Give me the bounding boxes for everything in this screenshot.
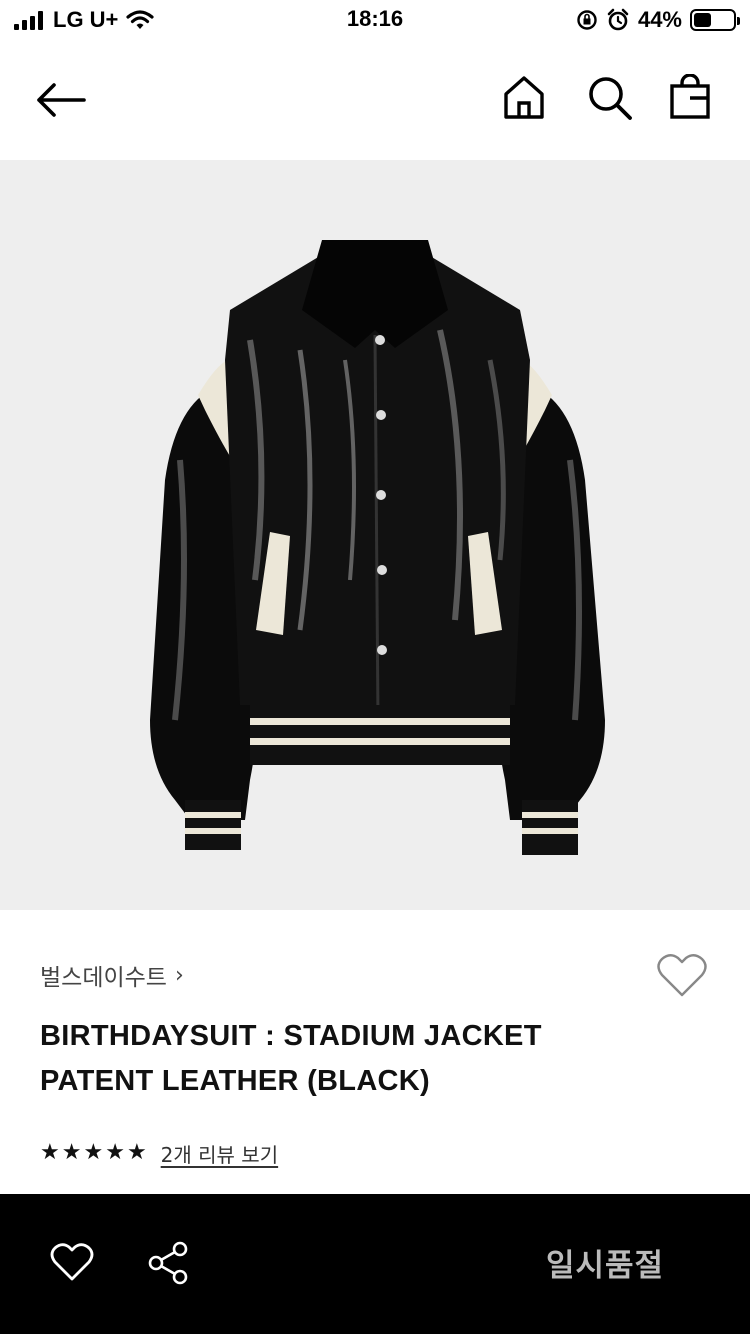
right-cuff: [522, 800, 578, 855]
battery-percent: 44%: [637, 7, 682, 32]
star-icon: ★: [126, 1140, 147, 1165]
share-icon[interactable]: [146, 1240, 190, 1286]
battery-level: [694, 13, 711, 27]
sold-out-label: 일시품절: [546, 1248, 665, 1284]
star-icon: ★: [40, 1140, 60, 1165]
product-title: BIRTHDAYSUIT : STADIUM JACKET PATENT LEA…: [40, 1014, 680, 1104]
review-link[interactable]: 2개 리뷰 보기: [161, 1139, 278, 1168]
product-title-line1: BIRTHDAYSUIT : STADIUM JACKET: [40, 1020, 542, 1052]
chevron-right-icon: ›: [174, 962, 184, 988]
rotation-lock-icon: [577, 10, 597, 30]
product-title-line2: PATENT LEATHER (BLACK): [40, 1065, 431, 1097]
rating-row: ★ ★ ★ ★ ★ 2개 리뷰 보기: [40, 1138, 278, 1168]
brand-link[interactable]: 벌스데이수트 ›: [40, 958, 184, 992]
star-icon: ★: [105, 1140, 125, 1165]
brand-name: 벌스데이수트: [40, 965, 167, 991]
top-nav: [0, 40, 750, 160]
search-icon[interactable]: [586, 74, 634, 122]
status-bar: LG U+ 18:16 44%: [0, 0, 750, 40]
battery-icon: [690, 9, 740, 31]
alarm-icon: [607, 8, 629, 31]
jacket-illustration: [150, 240, 605, 855]
bottom-action-bar: 일시품절: [0, 1194, 750, 1334]
waist-rib: [250, 705, 510, 765]
star-rating: ★ ★ ★ ★ ★: [40, 1138, 147, 1168]
heart-outline-icon[interactable]: [656, 952, 708, 998]
status-right: 44%: [576, 7, 740, 33]
arrow-left-icon[interactable]: [34, 80, 86, 120]
home-icon[interactable]: [502, 74, 546, 120]
product-image: [0, 160, 750, 910]
star-icon: ★: [61, 1140, 82, 1165]
shopping-bag-icon[interactable]: [668, 74, 712, 120]
heart-icon[interactable]: [50, 1242, 94, 1282]
left-cuff: [185, 800, 241, 850]
star-icon: ★: [83, 1140, 104, 1165]
